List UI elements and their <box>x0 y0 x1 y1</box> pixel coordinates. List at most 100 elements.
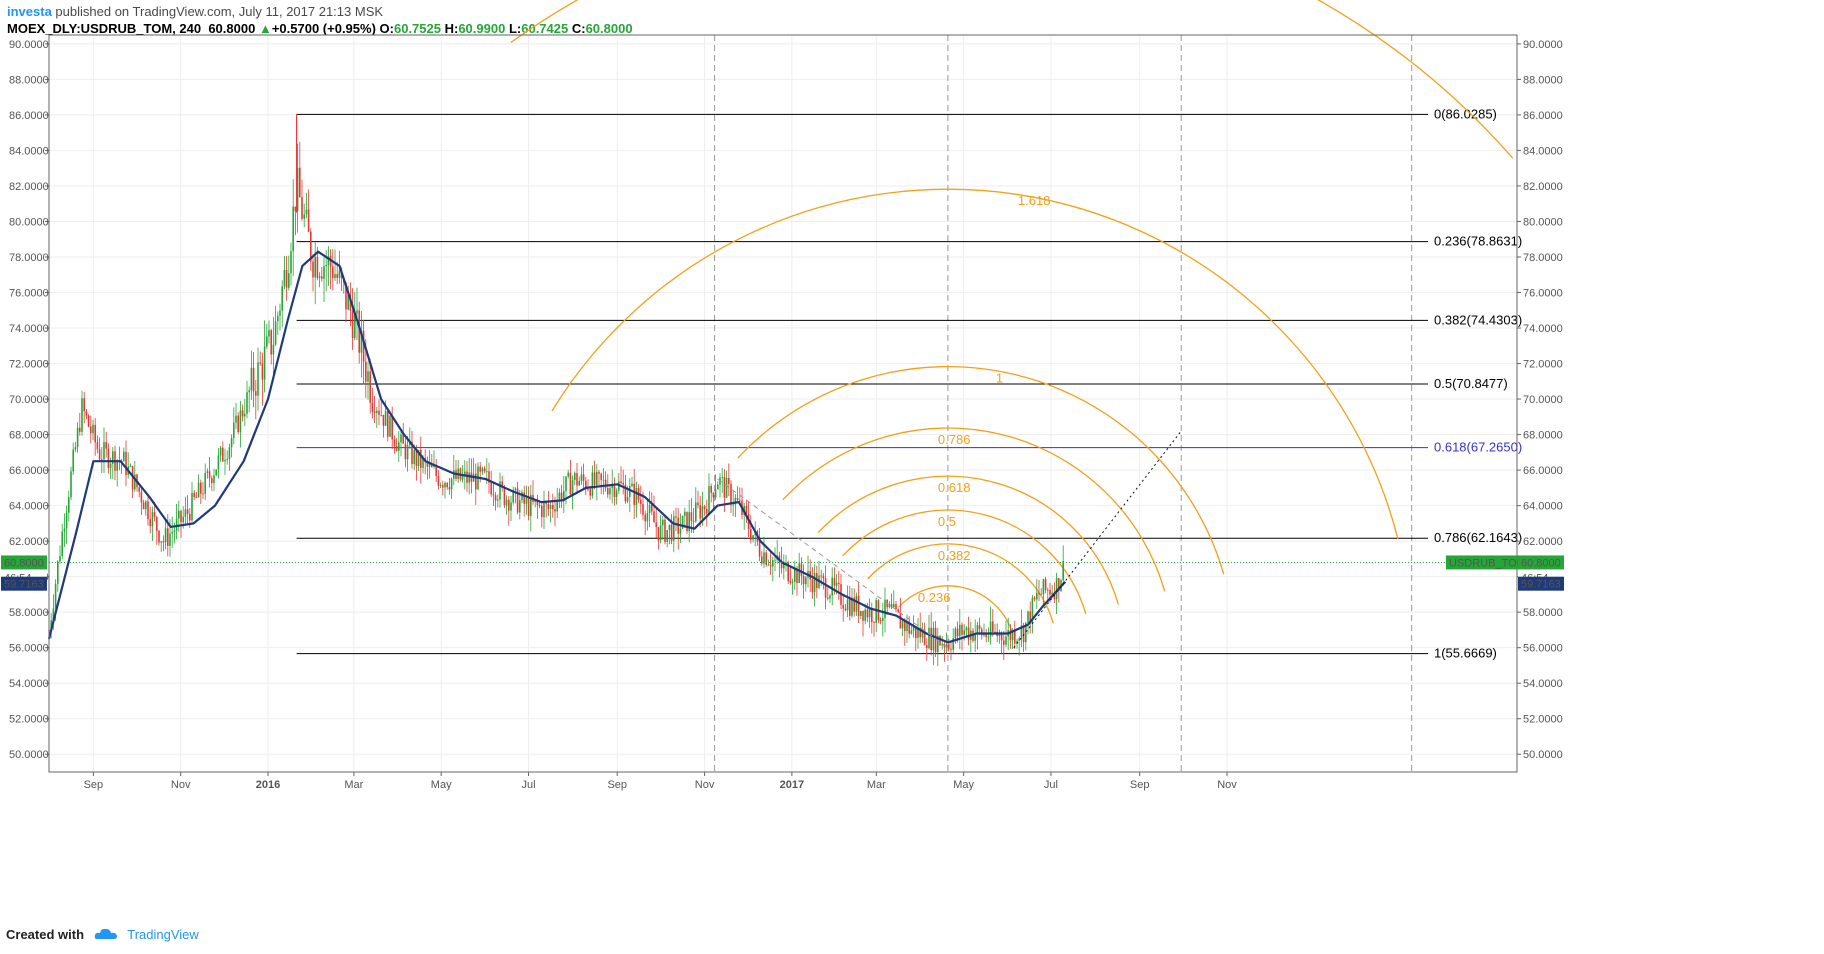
candle <box>1029 601 1031 634</box>
candle-body <box>587 489 589 490</box>
candle-body <box>466 471 468 483</box>
candle <box>631 476 633 488</box>
candle-body <box>246 392 248 414</box>
candle-body <box>281 286 283 311</box>
candle <box>578 476 580 487</box>
candle <box>871 602 873 634</box>
candle <box>659 515 662 544</box>
candle-body <box>1027 611 1029 623</box>
tradingview-brand-link[interactable]: TradingView <box>127 927 199 942</box>
candle <box>655 507 657 538</box>
candle-body <box>655 522 657 528</box>
candle-body <box>248 390 250 393</box>
candle-body <box>565 476 567 492</box>
candle-body <box>879 620 882 622</box>
candle <box>239 400 242 448</box>
fib-level-label: 0.5(70.8477) <box>1434 376 1508 391</box>
candle <box>114 445 116 481</box>
candle-body <box>846 599 849 611</box>
candle-body <box>802 575 805 585</box>
candle-body <box>233 422 235 439</box>
candle-body <box>717 484 719 490</box>
candle-body <box>831 577 833 596</box>
candle <box>530 484 532 532</box>
candle-body <box>222 447 224 462</box>
candle-body <box>1042 579 1045 595</box>
candle-body <box>761 556 763 564</box>
candle-body <box>954 628 957 639</box>
candle <box>420 436 422 484</box>
candle <box>965 626 968 636</box>
candle <box>926 638 928 661</box>
candle <box>684 507 686 528</box>
candle-body <box>158 530 160 543</box>
y-axis-right[interactable]: 90.0000 88.0000 86.0000 84.0000 82.0000 80.00… <box>1517 39 1563 761</box>
candle <box>305 192 308 219</box>
candle <box>314 241 316 305</box>
fib-arc-label: 1.618 <box>1018 193 1051 208</box>
candle-body <box>703 506 706 510</box>
candle-body <box>895 603 897 610</box>
candle-body <box>446 483 448 488</box>
candle-body <box>547 503 550 510</box>
tradingview-cloud-icon <box>94 928 117 939</box>
candle <box>543 490 545 529</box>
candle <box>149 506 151 534</box>
y-axis-left[interactable]: 90.0000 88.0000 86.0000 84.0000 82.0000 80.00… <box>9 39 49 761</box>
candle-body <box>670 524 673 541</box>
candle-body <box>142 502 145 510</box>
candle <box>156 515 158 545</box>
candle <box>549 501 552 523</box>
candle-body <box>420 449 422 468</box>
candle <box>448 477 451 495</box>
candle <box>483 466 486 474</box>
y-tick-label: 72.0000 <box>1523 359 1563 371</box>
candle-body <box>571 480 574 495</box>
candle <box>741 487 743 520</box>
candle <box>1031 594 1034 634</box>
candle <box>547 491 550 516</box>
candle-body <box>1033 597 1036 600</box>
candle-body <box>211 478 213 484</box>
price-chart[interactable]: 0(86.0285)0.236(78.8631)0.382(74.4303)0.… <box>0 0 1824 954</box>
candle-body <box>838 582 840 585</box>
candle-body <box>675 516 677 518</box>
y-tick-label: 50.0000 <box>9 749 49 761</box>
candle <box>510 496 512 522</box>
candle-body <box>800 563 803 576</box>
candle <box>932 621 935 666</box>
candle <box>563 475 565 514</box>
candle <box>728 463 730 497</box>
candle-body <box>138 487 140 492</box>
candle <box>387 408 389 442</box>
candle <box>585 476 587 496</box>
candle <box>358 301 360 364</box>
candle-body <box>708 486 710 514</box>
candle <box>523 485 525 517</box>
candle-body <box>730 483 732 505</box>
candle-body <box>219 447 222 456</box>
candle <box>688 500 690 543</box>
candle-body <box>893 603 895 608</box>
candle-body <box>250 367 253 391</box>
fib-time-zones <box>714 35 1413 772</box>
candle <box>644 510 646 536</box>
candle <box>802 564 805 599</box>
candle-body <box>305 209 308 215</box>
candle-body <box>580 474 583 481</box>
left-last-badge: 60.8000 <box>4 557 44 569</box>
candle <box>849 586 851 621</box>
candle-body <box>151 512 154 527</box>
candle-body <box>290 251 292 274</box>
candle <box>666 529 668 548</box>
candle <box>620 466 622 485</box>
fib-arc-label: 0.786 <box>938 432 971 447</box>
x-axis[interactable]: Sep Nov 2016 Mar May Jul Sep Nov 2017 Mar May Jul Se… <box>84 772 1238 791</box>
candle <box>79 412 81 436</box>
candle <box>761 551 763 566</box>
candle <box>76 422 79 453</box>
created-with-label: Created with <box>6 927 85 942</box>
x-tick-label: Mar <box>867 779 886 791</box>
candle-body <box>105 442 107 449</box>
candle-body <box>332 266 334 278</box>
